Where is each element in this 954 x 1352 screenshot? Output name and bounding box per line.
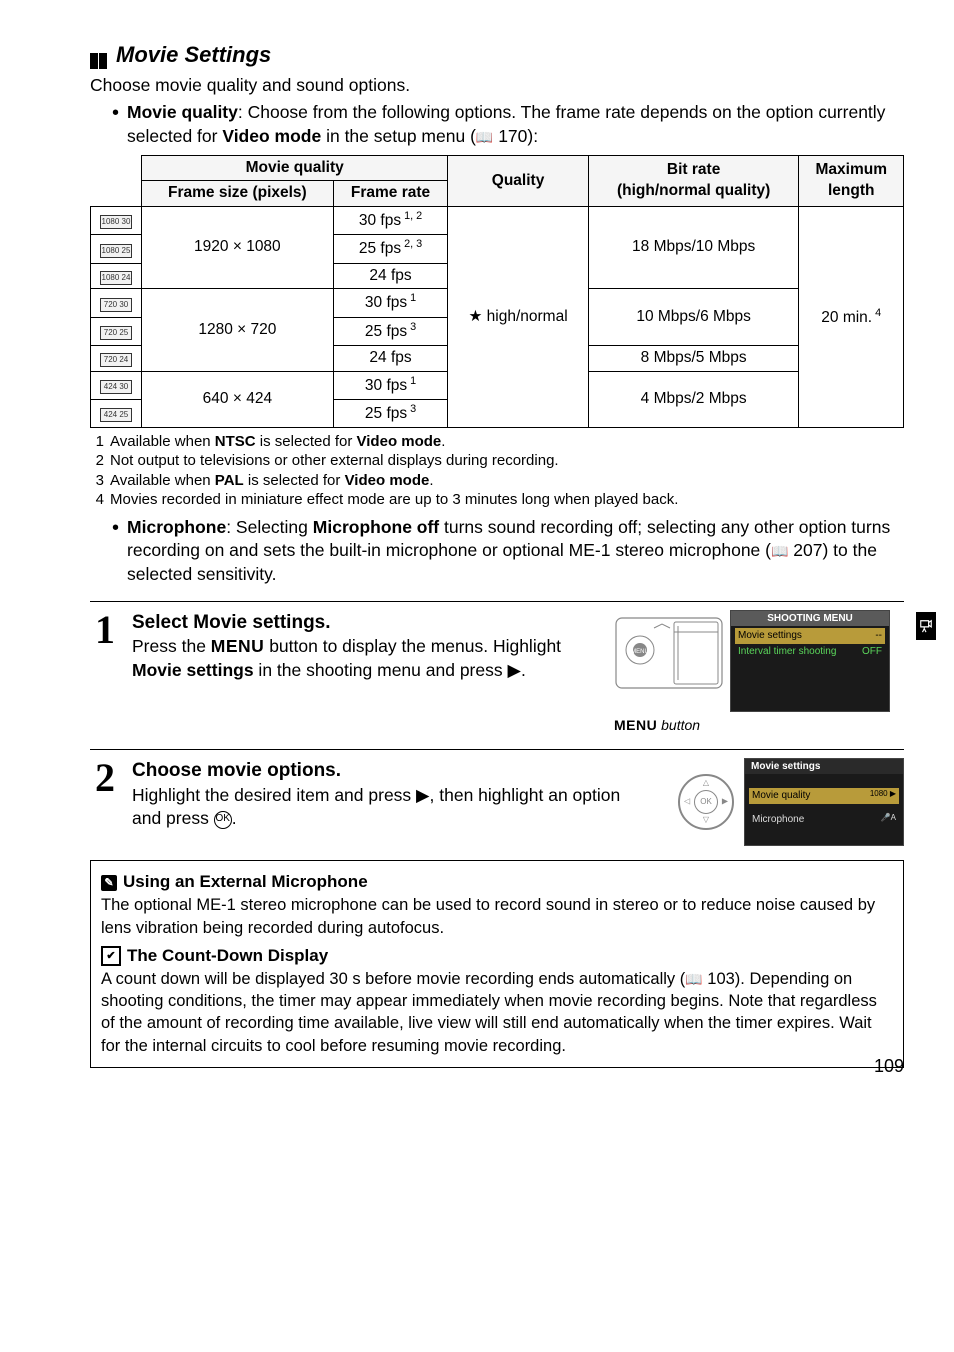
multi-selector-icon: △▽◁▶ OK bbox=[678, 774, 734, 830]
ok-button-icon: OK bbox=[214, 811, 232, 829]
step-number: 2 bbox=[90, 758, 120, 847]
mode-icon: 720 25 bbox=[91, 317, 142, 345]
table-footnotes: 1Available when NTSC is selected for Vid… bbox=[90, 432, 904, 510]
step-1-body: Press the MENU button to display the men… bbox=[132, 635, 602, 682]
menu-label: MENU bbox=[211, 636, 265, 656]
bullet-icon: • bbox=[112, 516, 119, 587]
right-arrow-icon: ▶ bbox=[507, 660, 520, 680]
mode-icon: 1080 25 bbox=[91, 235, 142, 263]
book-icon: 📖 bbox=[771, 543, 788, 559]
bullet-text: Movie quality: Choose from the following… bbox=[127, 101, 904, 148]
info-box: ✎ Using an External Microphone The optio… bbox=[90, 860, 904, 1067]
mode-icon: 720 30 bbox=[91, 289, 142, 317]
page-number: 109 bbox=[874, 1054, 904, 1078]
step-2-figure: △▽◁▶ OK Movie settings Movie quality1080… bbox=[654, 758, 904, 847]
movie-tripod-icon bbox=[919, 619, 933, 633]
step-2-body: Highlight the desired item and press ▶, … bbox=[132, 784, 642, 831]
step-2: 2 Choose movie options. Highlight the de… bbox=[90, 758, 904, 847]
mode-icon: 424 25 bbox=[91, 399, 142, 427]
info-heading-external-mic: ✎ Using an External Microphone bbox=[101, 871, 893, 894]
intro-text: Choose movie quality and sound options. bbox=[90, 74, 904, 98]
info-body: The optional ME-1 stereo microphone can … bbox=[101, 894, 893, 939]
step-1: 1 Select Movie settings. Press the MENU … bbox=[90, 610, 904, 735]
camera-back-icon: MENU bbox=[614, 610, 724, 700]
book-icon: 📖 bbox=[685, 971, 702, 987]
right-arrow-icon: ▶ bbox=[416, 785, 429, 805]
bullet-icon: • bbox=[112, 101, 119, 148]
bullet-movie-quality: • Movie quality: Choose from the followi… bbox=[90, 101, 904, 148]
mode-icon: 720 24 bbox=[91, 345, 142, 371]
book-icon: 📖 bbox=[476, 129, 493, 145]
note-pencil-icon: ✎ bbox=[101, 875, 117, 891]
figure-caption: MENU button bbox=[614, 716, 904, 735]
section-title: Movie Settings bbox=[90, 40, 904, 70]
mode-icon: 1080 24 bbox=[91, 263, 142, 289]
svg-text:MENU: MENU bbox=[631, 649, 649, 655]
movie-quality-table: Movie quality Quality Bit rate (high/nor… bbox=[90, 155, 904, 428]
side-tab-movie-icon bbox=[916, 612, 936, 640]
step-number: 1 bbox=[90, 610, 120, 735]
info-body: A count down will be displayed 30 s befo… bbox=[101, 968, 893, 1057]
lcd-movie-settings: Movie settings Movie quality1080 ▶ Micro… bbox=[744, 758, 904, 847]
mode-icon: 424 30 bbox=[91, 371, 142, 399]
mode-icon: 1080 30 bbox=[91, 207, 142, 235]
note-check-icon: ✔ bbox=[101, 946, 121, 966]
bullet-microphone: • Microphone: Selecting Microphone off t… bbox=[90, 516, 904, 587]
step-1-figure: MENU SHOOTING MENU Movie settings-- Inte… bbox=[614, 610, 904, 735]
divider bbox=[90, 601, 904, 602]
info-heading-countdown: ✔ The Count-Down Display bbox=[101, 945, 893, 968]
divider bbox=[90, 749, 904, 750]
section-title-bars-icon bbox=[90, 47, 110, 65]
lcd-shooting-menu: SHOOTING MENU Movie settings-- Interval … bbox=[730, 610, 890, 713]
